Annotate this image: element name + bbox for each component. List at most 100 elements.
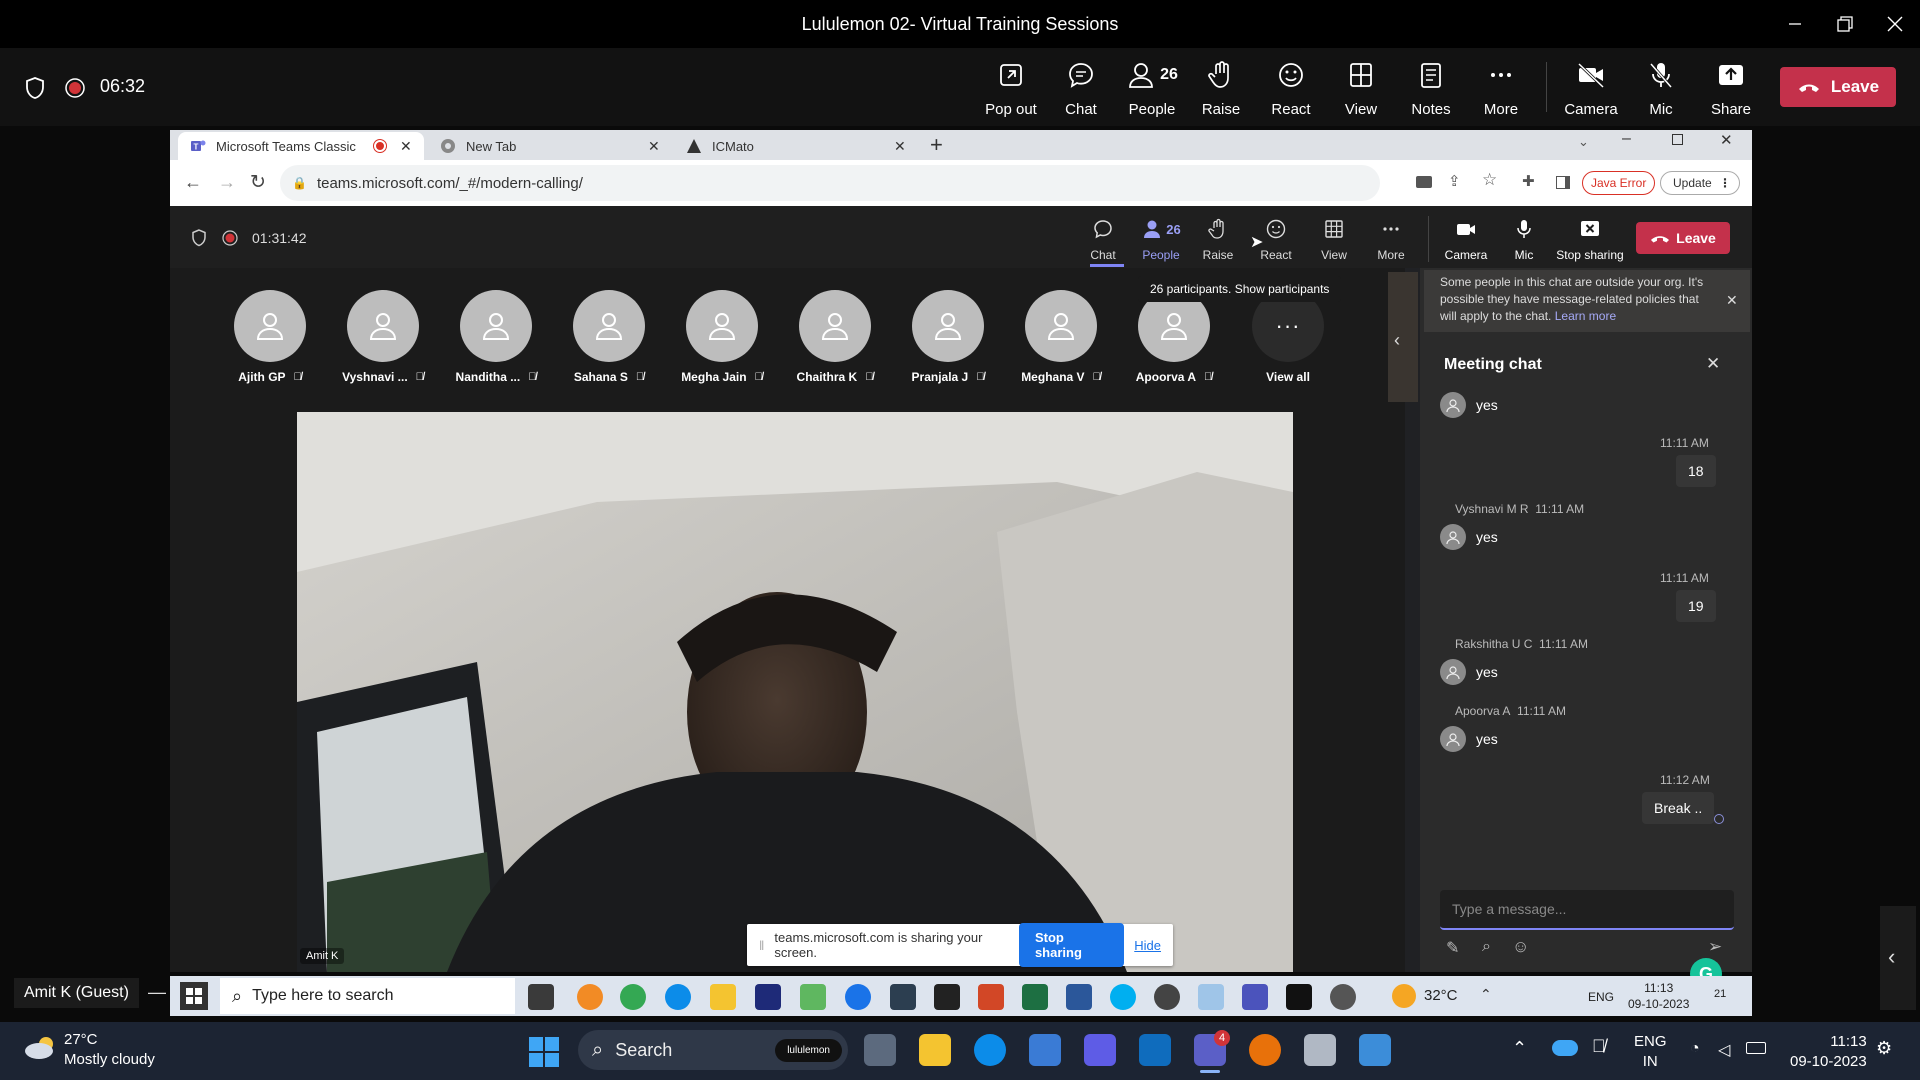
app-icon[interactable]	[755, 984, 781, 1010]
camera-button[interactable]: Camera	[1556, 60, 1626, 118]
skype-icon[interactable]	[1110, 984, 1136, 1010]
chrome-icon[interactable]	[620, 984, 646, 1010]
participant-apoorva[interactable]: Apoorva A 🎙̸	[1119, 290, 1229, 390]
edge-icon[interactable]	[974, 1034, 1006, 1066]
close-tab-icon[interactable]: ✕	[894, 138, 906, 155]
app-icon[interactable]	[1304, 1034, 1336, 1066]
minimize-share-icon[interactable]: —	[148, 982, 166, 1003]
word-icon[interactable]	[1066, 984, 1092, 1010]
tab-teams[interactable]: T Microsoft Teams Classic ✕	[178, 132, 424, 160]
file-explorer-icon[interactable]	[710, 984, 736, 1010]
mic-button[interactable]: Mic	[1626, 60, 1696, 118]
task-view-icon[interactable]	[528, 984, 554, 1010]
settings-icon[interactable]	[1330, 984, 1356, 1010]
app-icon[interactable]	[890, 984, 916, 1010]
bookmark-star-icon[interactable]: ☆	[1482, 170, 1497, 190]
forward-icon[interactable]: →	[218, 172, 236, 193]
learn-more-link[interactable]: Learn more	[1555, 309, 1616, 323]
tab-icmato[interactable]: ICMato ✕	[674, 132, 918, 160]
participant-meghana[interactable]: Meghana V 🎙̸	[1006, 290, 1116, 390]
notifications-icon[interactable]: ⚙	[1876, 1038, 1892, 1059]
restore-button[interactable]	[1820, 0, 1870, 48]
app-icon[interactable]	[800, 984, 826, 1010]
share-page-icon[interactable]: ⇪	[1448, 172, 1461, 190]
close-chat-icon[interactable]: ✕	[1706, 354, 1720, 374]
wifi-icon[interactable]: ◔	[1690, 1040, 1700, 1058]
notes-button[interactable]: Notes	[1396, 60, 1466, 118]
web-mic-button[interactable]: Mic	[1494, 218, 1554, 262]
update-button[interactable]: Update ⋮	[1660, 171, 1740, 195]
app-icon[interactable]	[1084, 1034, 1116, 1066]
app-icon[interactable]	[577, 984, 603, 1010]
web-camera-button[interactable]: Camera	[1436, 218, 1496, 262]
react-button[interactable]: React	[1256, 60, 1326, 118]
mic-muted-icon[interactable]: 🎙̸	[1592, 1036, 1606, 1057]
share-button[interactable]: Share	[1696, 60, 1766, 118]
start-button[interactable]	[528, 1036, 560, 1068]
app-icon[interactable]	[1249, 1034, 1281, 1066]
language-indicator[interactable]: ENG IN	[1634, 1032, 1667, 1072]
reload-icon[interactable]: ↻	[250, 171, 266, 194]
tray-chevron-icon[interactable]: ⌃	[1512, 1038, 1527, 1059]
taskbar-search[interactable]: ⌕ Search lululemon	[578, 1030, 848, 1070]
app-icon[interactable]	[1154, 984, 1180, 1010]
notepad-icon[interactable]	[1359, 1034, 1391, 1066]
close-tab-icon[interactable]: ✕	[400, 138, 412, 155]
terminal-icon[interactable]	[934, 984, 960, 1010]
raise-hand-button[interactable]: Raise	[1186, 60, 1256, 118]
participant-vyshnavi[interactable]: Vyshnavi ... 🎙̸	[328, 290, 438, 390]
remote-search-box[interactable]: ⌕ Type here to search	[220, 978, 515, 1014]
web-raise-button[interactable]: Raise	[1188, 218, 1248, 262]
participant-pranjala[interactable]: Pranjala J 🎙̸	[893, 290, 1003, 390]
participant-sahana[interactable]: Sahana S 🎙̸	[554, 290, 664, 390]
chevron-left-icon[interactable]: ‹	[1394, 330, 1400, 351]
volume-icon[interactable]: ◁	[1718, 1040, 1730, 1060]
hide-link[interactable]: Hide	[1134, 938, 1161, 953]
participant-nanditha[interactable]: Nanditha ... 🎙̸	[441, 290, 551, 390]
battery-icon[interactable]	[1746, 1042, 1766, 1054]
view-button[interactable]: View	[1326, 60, 1396, 118]
compose-input[interactable]: Type a message...	[1440, 890, 1734, 930]
browser-minimize-icon[interactable]: –	[1622, 130, 1631, 148]
browser-close-icon[interactable]: ✕	[1720, 131, 1733, 149]
excel-icon[interactable]	[1022, 984, 1048, 1010]
participant-megha[interactable]: Megha Jain 🎙̸	[667, 290, 777, 390]
send-icon[interactable]: ➢	[1708, 937, 1722, 957]
leave-button[interactable]: Leave	[1780, 67, 1896, 107]
minimize-button[interactable]	[1770, 0, 1820, 48]
tray-chevron-icon[interactable]: ⌃	[1480, 986, 1492, 1003]
java-error-badge[interactable]: Java Error	[1582, 171, 1656, 195]
chevron-left-icon[interactable]: ‹	[1888, 944, 1895, 970]
more-button[interactable]: More	[1466, 60, 1536, 118]
close-tab-icon[interactable]: ✕	[648, 138, 660, 155]
format-icon[interactable]: ✎	[1446, 938, 1459, 958]
back-icon[interactable]: ←	[184, 172, 202, 193]
browser-restore-icon[interactable]	[1672, 134, 1683, 145]
close-button[interactable]	[1870, 0, 1920, 48]
task-view-icon[interactable]	[864, 1034, 896, 1066]
emoji-icon[interactable]: ☺	[1512, 937, 1529, 957]
web-leave-button[interactable]: Leave	[1636, 222, 1730, 254]
edge-icon[interactable]	[665, 984, 691, 1010]
extensions-icon[interactable]: ✚	[1522, 172, 1535, 190]
notification-count[interactable]: 21	[1714, 988, 1726, 1000]
side-panel-toggle[interactable]	[1880, 906, 1916, 1010]
weather-widget[interactable]: 27°C Mostly cloudy	[64, 1030, 155, 1070]
web-stop-sharing-button[interactable]: Stop sharing	[1552, 218, 1628, 262]
new-tab-icon[interactable]: +	[930, 132, 943, 158]
tab-new-tab[interactable]: New Tab ✕	[428, 132, 672, 160]
camera-in-use-icon[interactable]	[1416, 176, 1432, 188]
close-notice-icon[interactable]: ✕	[1726, 292, 1738, 309]
web-more-button[interactable]: More	[1361, 218, 1421, 262]
teams-icon[interactable]	[1242, 984, 1268, 1010]
people-button[interactable]: 26 People	[1116, 60, 1188, 118]
participant-chaithra[interactable]: Chaithra K 🎙̸	[780, 290, 890, 390]
url-field[interactable]: 🔒 teams.microsoft.com/_#/modern-calling/	[280, 165, 1380, 201]
view-all-participants[interactable]: ··· View all	[1233, 290, 1343, 390]
tab-search-icon[interactable]: ⌄	[1578, 134, 1589, 150]
drag-handle-icon[interactable]: ‖	[759, 938, 764, 953]
web-people-button[interactable]: 26 People	[1131, 218, 1191, 262]
participant-ajith[interactable]: Ajith GP 🎙̸	[215, 290, 325, 390]
outlook-icon[interactable]	[1139, 1034, 1171, 1066]
powerpoint-icon[interactable]	[978, 984, 1004, 1010]
